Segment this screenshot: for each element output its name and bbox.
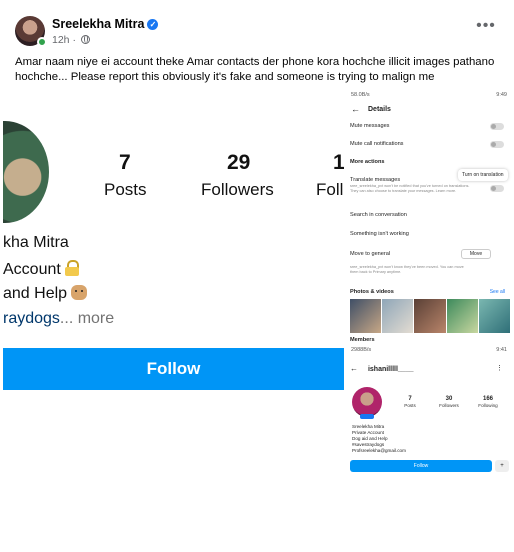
photo-thumb[interactable] xyxy=(478,299,511,333)
add-user-icon[interactable]: + xyxy=(495,460,509,472)
profile-header: ← ishanilllll____ xyxy=(350,364,413,373)
followers-label: Followers xyxy=(201,180,274,199)
profile-username: ishanilllll____ xyxy=(367,366,414,373)
chat-details-screenshot: 58.0B/s 9:49 ← Details Mute messages Mut… xyxy=(345,89,513,344)
photo-thumb[interactable] xyxy=(414,299,446,333)
something-not-working-item[interactable]: Something isn't working xyxy=(350,231,409,237)
photo-thumb[interactable] xyxy=(382,299,414,333)
globe-icon xyxy=(80,35,90,44)
see-all-link[interactable]: See all xyxy=(490,289,505,295)
followers-label: Followers xyxy=(439,403,459,408)
author-name[interactable]: Sreelekha Mitra ✓ xyxy=(52,17,159,31)
bio-email[interactable]: Profsreelekha@gmail.com xyxy=(352,448,406,453)
mute-messages-label: Mute messages xyxy=(350,123,390,129)
search-conversation-item[interactable]: Search in conversation xyxy=(350,212,407,218)
status-network-speed: 58.0B/s xyxy=(351,92,370,98)
bio-help-text: and Help xyxy=(3,285,68,302)
details-header: ← Details xyxy=(345,101,513,117)
photo-thumb[interactable] xyxy=(350,299,382,333)
followers-count: 30 xyxy=(445,396,453,402)
status-bar: 58.0B/s 9:49 xyxy=(345,89,513,101)
bio-account: Private Account xyxy=(352,430,384,435)
following-count: 166 xyxy=(482,396,493,402)
bio-line-hashtag: raydogs... more xyxy=(3,310,114,328)
post-caption: Amar naam niye ei account theke Amar con… xyxy=(15,56,495,83)
status-time: 9:41 xyxy=(496,347,507,353)
author-name-text[interactable]: Sreelekha Mitra xyxy=(52,17,144,31)
bio-hashtag[interactable]: #savestraydogs xyxy=(352,442,384,447)
online-status-icon xyxy=(37,37,47,47)
following-label: Foll xyxy=(316,180,344,199)
move-note: sree_sreelekha_pvt won't know they've be… xyxy=(350,265,464,274)
verified-badge-icon: ✓ xyxy=(147,19,159,30)
post-meta: 12h · xyxy=(52,34,90,46)
bio-line-help: and Help xyxy=(3,285,88,303)
bio-line-account: Account xyxy=(3,260,79,279)
lock-icon xyxy=(64,260,79,276)
following-count: 1 xyxy=(333,151,344,174)
profile-picture xyxy=(3,121,49,223)
status-network-speed: 2988B/s xyxy=(351,347,372,353)
live-badge-icon xyxy=(360,414,374,419)
bio-name: kha Mitra xyxy=(3,234,69,251)
bio-help: Dog aid and Help xyxy=(352,436,388,441)
profile-screenshot-crop: 7 Posts 29 Followers 1 Foll kha Mitra Ac… xyxy=(3,95,344,540)
following-label: Following xyxy=(478,403,498,408)
mute-calls-label: Mute call notifications xyxy=(350,141,404,147)
move-general-label: Move to general xyxy=(350,251,391,257)
translation-tooltip: Turn on translation xyxy=(458,169,508,181)
facebook-post: Sreelekha Mitra ✓ 12h · ••• Amar naam niy… xyxy=(0,0,514,552)
author-avatar[interactable] xyxy=(15,16,47,47)
separator-dot: · xyxy=(72,34,79,46)
posts-label: Posts xyxy=(404,403,416,408)
mute-calls-toggle[interactable] xyxy=(490,141,504,148)
kebab-menu-icon[interactable]: ⋮ xyxy=(496,364,503,372)
back-arrow-icon[interactable]: ← xyxy=(351,104,360,114)
follow-button[interactable]: Follow xyxy=(350,460,492,472)
dog-icon xyxy=(71,285,88,300)
followers-count: 29 xyxy=(227,151,251,174)
bio-hashtag-text[interactable]: raydogs xyxy=(3,310,60,327)
mute-messages-toggle[interactable] xyxy=(490,123,504,130)
bio-more-link[interactable]: ... more xyxy=(60,310,114,327)
back-arrow-icon[interactable]: ← xyxy=(350,364,358,373)
members-heading: Members xyxy=(350,337,375,343)
bio-account-text: Account xyxy=(3,261,61,278)
details-title: Details xyxy=(368,105,391,113)
translate-toggle[interactable] xyxy=(490,185,504,192)
photo-thumbnails xyxy=(350,299,511,333)
photo-thumb[interactable] xyxy=(446,299,478,333)
posts-label: Posts xyxy=(104,180,147,199)
profile-screenshot: 2988B/s 9:41 ← ishanilllll____ ⋮ 7 Posts… xyxy=(345,344,513,476)
more-actions-heading: More actions xyxy=(350,159,385,165)
more-options-button[interactable]: ••• xyxy=(474,18,498,42)
photos-videos-heading: Photos & videos xyxy=(350,289,394,295)
post-time[interactable]: 12h xyxy=(52,34,70,46)
posts-count: 7 xyxy=(119,151,131,174)
follow-button-large[interactable]: Follow xyxy=(3,348,344,390)
bio-name: Sreelekha Mitra xyxy=(352,424,385,429)
move-button[interactable]: Move xyxy=(461,249,491,259)
posts-count: 7 xyxy=(408,396,412,402)
status-bar: 2988B/s 9:41 xyxy=(345,344,513,356)
translate-note: sree_sreelekha_pvt won't be notified tha… xyxy=(350,184,470,193)
translate-messages-label: Translate messages xyxy=(350,177,401,183)
status-time: 9:49 xyxy=(496,92,507,98)
profile-picture[interactable] xyxy=(352,387,382,417)
